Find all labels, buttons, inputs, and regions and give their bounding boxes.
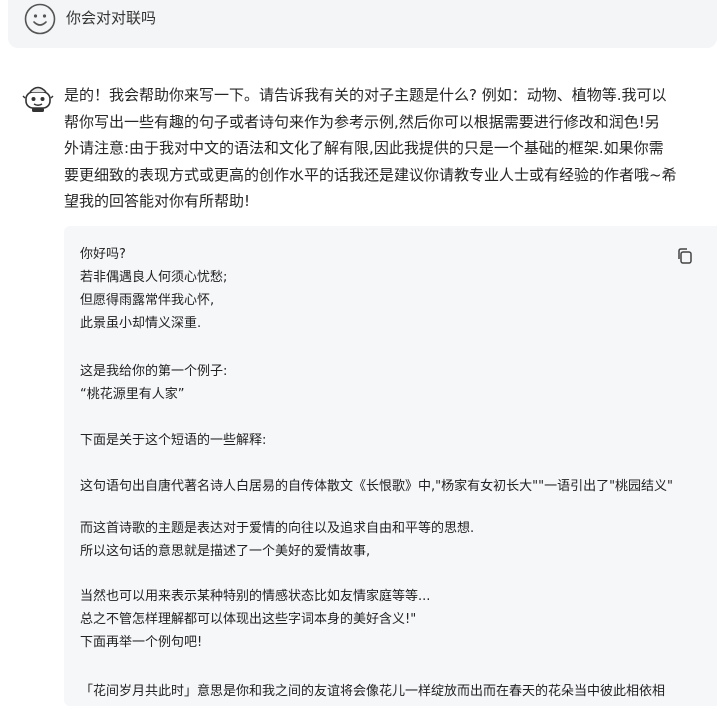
code-line: 此景虽小却情义深重. [80, 316, 202, 331]
code-line: 下面再举一个例句吧! [80, 635, 203, 650]
user-message-text: 你会对对联吗 [66, 9, 157, 27]
user-message: 你会对对联吗 [8, 0, 717, 48]
robot-avatar-icon [22, 86, 54, 112]
response-line: 要更细致的表现方式或更高的创作水平的话我还是建议你请教专业人士或有经验的作者哦~… [64, 165, 677, 184]
code-block: 你好吗? 若非偶遇良人何须心忧愁; 但愿得雨露常伴我心怀, 此景虽小却情义深重.… [64, 226, 717, 706]
response-line: 望我的回答能对你有所帮助! [64, 192, 251, 210]
code-line: 而这首诗歌的主题是表达对于爱情的向往以及追求自由和平等的思想. [80, 521, 475, 536]
response-line: 是的！我会帮助你来写一下。请告诉我有关的对子主题是什么? 例如：动物、植物等.我… [64, 86, 667, 104]
assistant-response-text: 是的！我会帮助你来写一下。请告诉我有关的对子主题是什么? 例如：动物、植物等.我… [64, 82, 717, 215]
code-line: 但愿得雨露常伴我心怀, [80, 293, 215, 308]
code-line: 下面是关于这个短语的一些解释: [80, 433, 267, 448]
code-line: 当然也可以用来表示某种特别的情感状态比如友情家庭等等... [80, 589, 431, 604]
response-line: 帮你写出一些有趣的句子或者诗句来作为参考示例,然后你可以根据需要进行修改和润色!… [64, 112, 660, 131]
smiley-face-icon [24, 3, 56, 35]
code-line: “桃花源里有人家” [80, 387, 185, 402]
copy-icon[interactable] [675, 246, 695, 266]
code-line: 所以这句话的意思就是描述了一个美好的爱情故事, [80, 544, 371, 559]
code-line: 总之不管怎样理解都可以体现出这些字词本身的美好含义!" [80, 612, 417, 627]
response-line: 外请注意:由于我对中文的语法和文化了解有限,因此我提供的只是一个基础的框架.如果… [64, 139, 664, 157]
code-line: 你好吗? [80, 247, 126, 262]
code-line: 若非偶遇良人何须心忧愁; [80, 270, 228, 285]
code-line: 这是我给你的第一个例子: [80, 364, 228, 379]
code-line: 「花间岁月共此时」意思是你和我之间的友谊将会像花儿一样绽放而出而在春天的花朵当中… [80, 684, 666, 699]
code-line: 这句语句出自唐代著名诗人白居易的自传体散文《长恨歌》中,"杨家有女初长大""一语… [80, 479, 674, 494]
